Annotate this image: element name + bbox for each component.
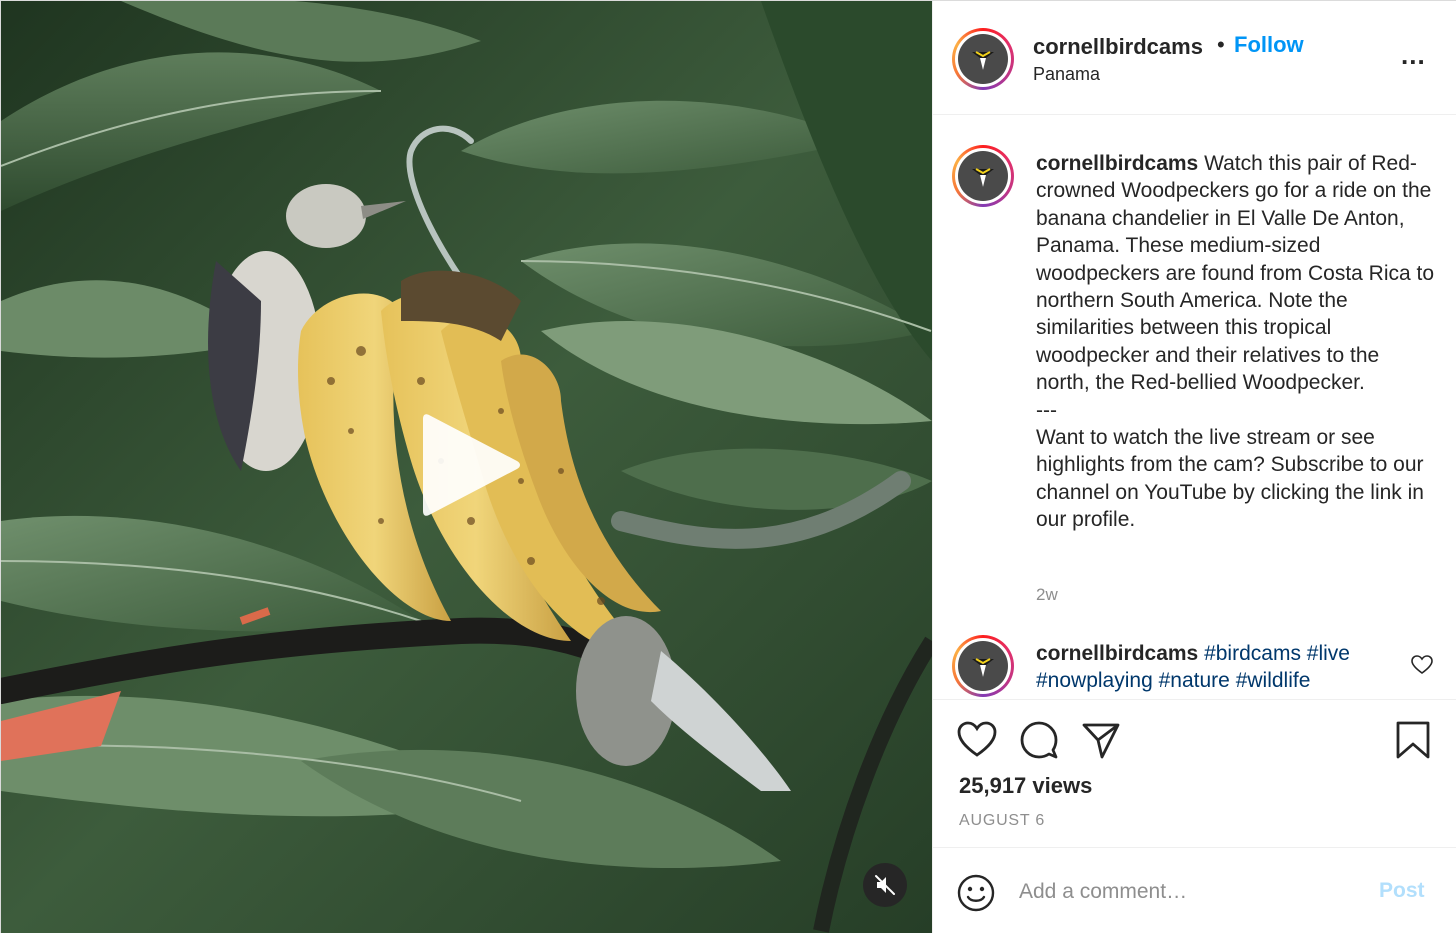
- separator-dot: •: [1217, 32, 1225, 57]
- location-link[interactable]: Panama: [1033, 64, 1100, 85]
- post-username[interactable]: cornellbirdcams: [1033, 34, 1203, 60]
- cardinal-logo-icon: [972, 51, 994, 70]
- cardinal-logo-icon: [972, 168, 994, 187]
- speech-bubble-icon[interactable]: [1019, 720, 1059, 760]
- post-button[interactable]: Post: [1379, 879, 1425, 903]
- hashtag-link[interactable]: #nowplaying: [1036, 669, 1153, 692]
- comment-text: cornellbirdcams #birdcams #live #nowplay…: [1036, 640, 1406, 695]
- mute-button[interactable]: [863, 863, 907, 907]
- caption-divider: ---: [1036, 398, 1057, 422]
- comment-like-heart-icon[interactable]: [1411, 655, 1433, 675]
- post-header: cornellbirdcams • Follow Panama ...: [933, 1, 1456, 115]
- play-button[interactable]: [419, 409, 529, 519]
- post-details-panel: cornellbirdcams • Follow Panama ... corn…: [932, 1, 1456, 933]
- comment-username[interactable]: cornellbirdcams: [1036, 642, 1198, 665]
- action-bar: 25,917 views AUGUST 6: [933, 699, 1456, 847]
- avatar[interactable]: [952, 635, 1014, 697]
- post-date[interactable]: AUGUST 6: [959, 812, 1045, 830]
- follow-button[interactable]: Follow: [1234, 32, 1304, 58]
- more-options-icon[interactable]: ...: [1401, 42, 1431, 71]
- paper-plane-icon[interactable]: [1081, 720, 1121, 760]
- video-player[interactable]: [1, 1, 932, 933]
- view-count[interactable]: 25,917 views: [959, 773, 1092, 799]
- bookmark-icon[interactable]: [1393, 720, 1433, 760]
- comments-list[interactable]: cornellbirdcams Watch this pair of Red-c…: [933, 115, 1456, 699]
- comment-composer: Post: [933, 847, 1456, 933]
- avatar[interactable]: [952, 145, 1014, 207]
- hashtag-link[interactable]: #nature: [1159, 669, 1230, 692]
- comment-input[interactable]: [1019, 874, 1349, 910]
- hashtag-link[interactable]: #birdcams: [1204, 642, 1301, 665]
- caption-username[interactable]: cornellbirdcams: [1036, 152, 1198, 175]
- caption-timestamp[interactable]: 2w: [1036, 585, 1058, 605]
- play-icon: [423, 414, 520, 516]
- avatar[interactable]: [952, 28, 1014, 90]
- hashtag-link[interactable]: #live: [1307, 642, 1350, 665]
- caption-body: Watch this pair of Red-crowned Woodpecke…: [1036, 152, 1435, 395]
- hashtag-link[interactable]: #wildlife: [1236, 669, 1311, 692]
- heart-icon[interactable]: [957, 720, 997, 760]
- cardinal-logo-icon: [972, 658, 994, 677]
- smiley-icon[interactable]: [957, 874, 995, 912]
- muted-speaker-icon: [875, 875, 895, 895]
- caption-text: cornellbirdcams Watch this pair of Red-c…: [1036, 150, 1436, 534]
- caption-body-2: Want to watch the live stream or see hig…: [1036, 426, 1424, 532]
- post-window: cornellbirdcams • Follow Panama ... corn…: [0, 0, 1456, 933]
